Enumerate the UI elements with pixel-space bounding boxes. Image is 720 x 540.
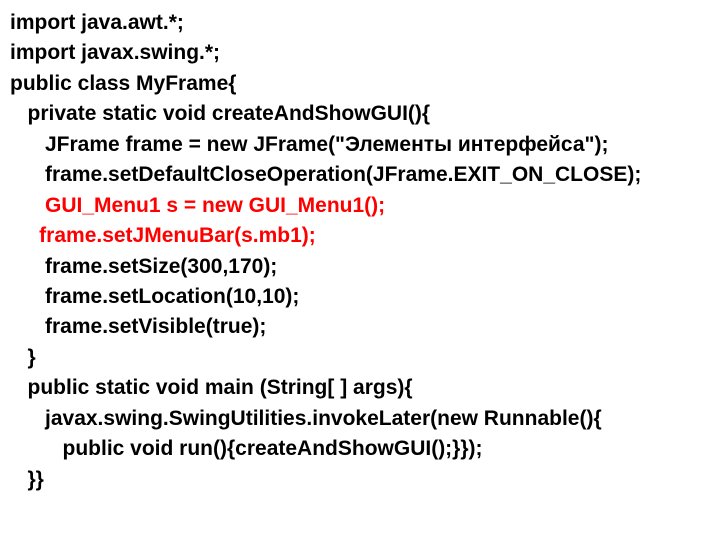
code-line-highlight: frame.setJMenuBar(s.mb1); bbox=[10, 224, 316, 247]
code-line: frame.setDefaultCloseOperation(JFrame.EX… bbox=[10, 163, 641, 186]
code-line: public void run(){createAndShowGUI();}})… bbox=[10, 437, 483, 460]
code-block: import java.awt.*; import javax.swing.*;… bbox=[0, 0, 720, 503]
code-line: }} bbox=[10, 468, 44, 491]
code-line: frame.setLocation(10,10); bbox=[10, 285, 299, 308]
code-line: frame.setVisible(true); bbox=[10, 315, 266, 338]
code-line: } bbox=[10, 346, 36, 369]
code-line: public static void main (String[ ] args)… bbox=[10, 376, 413, 399]
code-line: frame.setSize(300,170); bbox=[10, 255, 277, 278]
code-line-highlight: GUI_Menu1 s = new GUI_Menu1(); bbox=[10, 194, 385, 217]
code-line: public class MyFrame{ bbox=[10, 72, 236, 95]
code-line: import javax.swing.*; bbox=[10, 41, 220, 64]
code-line: private static void createAndShowGUI(){ bbox=[10, 102, 430, 125]
code-line: javax.swing.SwingUtilities.invokeLater(n… bbox=[10, 407, 602, 430]
code-line: JFrame frame = new JFrame("Элементы инте… bbox=[10, 133, 608, 156]
code-line: import java.awt.*; bbox=[10, 11, 184, 34]
